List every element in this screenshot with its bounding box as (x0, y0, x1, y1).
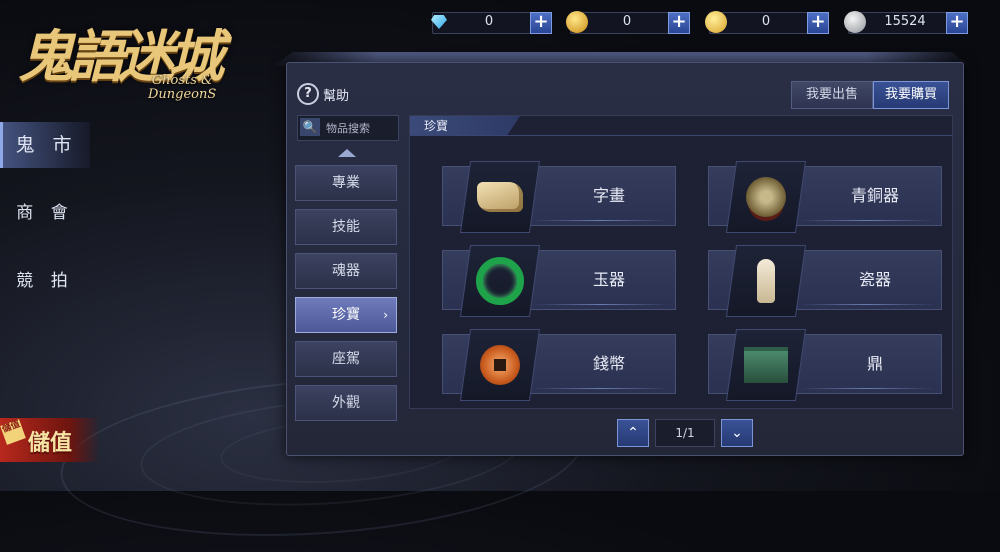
category-list: 專業 技能 魂器 珍寶 › 座駕 外觀 (295, 165, 397, 429)
category-treasure[interactable]: 珍寶 › (295, 297, 397, 333)
silver-coin-icon (844, 11, 866, 33)
tab-sell[interactable]: 我要出售 (791, 81, 873, 109)
page-down-button[interactable]: ⌄ (721, 419, 753, 447)
item-thumb (459, 161, 541, 233)
category-appearance[interactable]: 外觀 (295, 385, 397, 421)
currency-value: 15524 (884, 14, 926, 29)
gold-ingot-icon (566, 11, 588, 33)
item-grid-area: 珍寶 字畫 青銅器 玉器 瓷器 錢幣 鼎 (409, 115, 953, 409)
page-indicator: 1/1 (655, 419, 715, 447)
currency-value: 0 (622, 14, 632, 29)
topup-badge-icon: 儲值 (0, 419, 26, 445)
left-nav: 鬼 市 商 會 競 拍 (0, 122, 90, 326)
item-card-porcelain[interactable]: 瓷器 (708, 245, 942, 317)
item-card-coins[interactable]: 錢幣 (442, 329, 676, 401)
ancient-coin-icon (480, 345, 520, 385)
double-chevron-down-icon: ⌄ (731, 425, 743, 441)
category-mount[interactable]: 座駕 (295, 341, 397, 377)
item-search[interactable]: 🔍 物品搜索 (297, 115, 399, 141)
add-silver-button[interactable]: + (946, 12, 968, 34)
section-title: 珍寶 (410, 116, 520, 136)
category-label: 珍寶 (332, 307, 360, 323)
category-skill[interactable]: 技能 (295, 209, 397, 245)
item-thumb (725, 245, 807, 317)
category-profession[interactable]: 專業 (295, 165, 397, 201)
game-logo: 鬼語迷城 Ghosts & DungeonS (18, 4, 278, 114)
chevron-right-icon: › (383, 308, 388, 322)
topup-label: 儲值 (28, 430, 73, 456)
add-diamond-button[interactable]: + (530, 12, 552, 34)
item-card-painting[interactable]: 字畫 (442, 161, 676, 233)
category-label: 技能 (332, 219, 360, 235)
jade-bracelet-icon (476, 257, 524, 305)
item-label: 字畫 (592, 186, 625, 205)
item-card-cauldron[interactable]: 鼎 (708, 329, 942, 401)
category-soul-artifact[interactable]: 魂器 (295, 253, 397, 289)
category-label: 魂器 (332, 263, 360, 279)
search-input[interactable]: 物品搜索 (326, 120, 370, 136)
item-thumb (725, 329, 807, 401)
item-label: 鼎 (866, 354, 883, 373)
item-label: 錢幣 (592, 354, 625, 373)
logo-english-title: Ghosts & DungeonS (148, 73, 217, 102)
item-card-bronze[interactable]: 青銅器 (708, 161, 942, 233)
bronze-mirror-icon (746, 177, 786, 217)
item-card-jade[interactable]: 玉器 (442, 245, 676, 317)
gold-coin-icon (705, 11, 727, 33)
currency-value: 0 (484, 14, 494, 29)
category-label: 座駕 (332, 351, 360, 367)
topup-button[interactable]: 儲值 儲值 (0, 418, 100, 462)
search-icon: 🔍 (300, 118, 320, 136)
nav-item-ghost-market[interactable]: 鬼 市 (0, 122, 90, 168)
category-label: 專業 (332, 175, 360, 191)
divider (410, 135, 952, 136)
nav-item-auction[interactable]: 競 拍 (0, 258, 90, 304)
bronze-cauldron-icon (744, 347, 788, 383)
page-up-button[interactable]: ⌃ (617, 419, 649, 447)
help-label: 幫助 (323, 88, 350, 104)
nav-item-guild[interactable]: 商 會 (0, 190, 90, 236)
add-gold-coin-button[interactable]: + (807, 12, 829, 34)
item-thumb (459, 245, 541, 317)
help-button[interactable]: ? 幫助 (297, 83, 349, 105)
scroll-up-arrow-icon[interactable] (338, 149, 356, 157)
scroll-painting-icon (477, 182, 523, 212)
add-gold-ingot-button[interactable]: + (668, 12, 690, 34)
item-label: 青銅器 (850, 186, 899, 205)
category-label: 外觀 (332, 395, 360, 411)
item-thumb (459, 329, 541, 401)
market-panel: ? 幫助 我要出售 我要購買 🔍 物品搜索 專業 技能 魂器 珍寶 › 座駕 外觀 … (286, 62, 964, 456)
porcelain-figure-icon (757, 259, 775, 303)
double-chevron-up-icon: ⌃ (627, 425, 639, 441)
currency-value: 0 (761, 14, 771, 29)
diamond-icon (428, 11, 450, 33)
item-label: 玉器 (592, 270, 625, 289)
item-thumb (725, 161, 807, 233)
question-icon: ? (297, 83, 319, 105)
tab-buy[interactable]: 我要購買 (873, 81, 949, 109)
item-label: 瓷器 (858, 270, 891, 289)
